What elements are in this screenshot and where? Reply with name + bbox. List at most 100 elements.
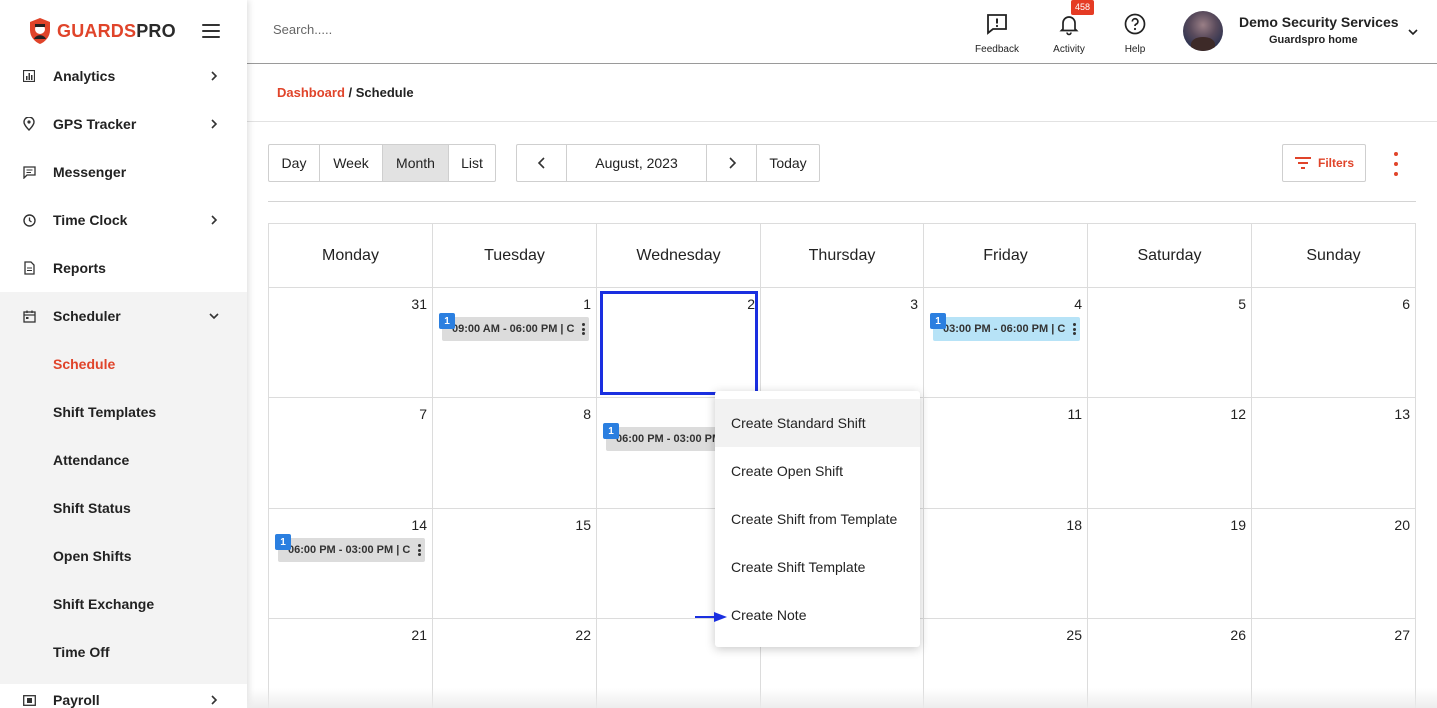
- view-week-button[interactable]: Week: [320, 145, 383, 181]
- today-button[interactable]: Today: [757, 145, 819, 181]
- calendar-day-number: 8: [583, 406, 591, 422]
- sidebar-item-messenger[interactable]: Messenger: [0, 148, 247, 196]
- shift-event-label: 06:00 PM - 03:00 PM: [616, 433, 722, 445]
- sidebar-item-label: Time Clock: [53, 212, 128, 228]
- hamburger-menu-icon[interactable]: [202, 24, 220, 38]
- calendar-day-cell[interactable]: 13: [1252, 398, 1416, 509]
- calendar-day-number: 15: [575, 517, 591, 533]
- view-day-button[interactable]: Day: [269, 145, 320, 181]
- calendar-day-number: 5: [1238, 296, 1246, 312]
- create-open-shift-menu-item[interactable]: Create Open Shift: [715, 447, 920, 495]
- scheduler-submenu: Schedule Shift Templates Attendance Shif…: [0, 292, 247, 684]
- filters-label: Filters: [1317, 156, 1354, 170]
- weekday-header: Tuesday: [433, 224, 597, 288]
- shift-count-badge: 1: [603, 423, 619, 439]
- next-period-button[interactable]: [707, 145, 757, 181]
- logo-text-part1: GUARDS: [57, 20, 137, 41]
- sidebar-subitem-shift-templates[interactable]: Shift Templates: [0, 388, 247, 436]
- calendar-day-cell[interactable]: 7: [269, 398, 433, 509]
- calendar-day-cell[interactable]: 8: [433, 398, 597, 509]
- calendar-day-cell[interactable]: 3: [761, 288, 924, 398]
- sidebar-item-analytics[interactable]: Analytics: [0, 52, 247, 100]
- calendar-day-cell[interactable]: 12: [1088, 398, 1252, 509]
- calendar-day-cell[interactable]: 15: [433, 509, 597, 619]
- sidebar-subitem-attendance[interactable]: Attendance: [0, 436, 247, 484]
- calendar-day-cell[interactable]: 20: [1252, 509, 1416, 619]
- event-more-icon[interactable]: [582, 323, 585, 335]
- current-period-label[interactable]: August, 2023: [567, 145, 707, 181]
- create-shift-from-template-menu-item[interactable]: Create Shift from Template: [715, 495, 920, 543]
- more-options-icon[interactable]: [1391, 152, 1401, 176]
- bar-chart-icon: [22, 69, 36, 83]
- calendar-day-number: 12: [1230, 406, 1246, 422]
- calendar-day-cell[interactable]: 18: [924, 509, 1088, 619]
- help-icon: [1124, 13, 1146, 35]
- prev-period-button[interactable]: [517, 145, 567, 181]
- calendar-day-cell[interactable]: 2: [597, 288, 761, 398]
- create-standard-shift-menu-item[interactable]: Create Standard Shift: [715, 399, 920, 447]
- sidebar-subitem-time-off[interactable]: Time Off: [0, 628, 247, 676]
- shift-event[interactable]: 03:00 PM - 06:00 PM | C: [933, 317, 1080, 341]
- view-month-button[interactable]: Month: [383, 145, 449, 181]
- chevron-right-icon: [728, 157, 736, 169]
- calendar-day-number: 7: [419, 406, 427, 422]
- search-input[interactable]: [273, 22, 573, 37]
- shift-event[interactable]: 09:00 AM - 06:00 PM | C: [442, 317, 589, 341]
- shift-count-badge: 1: [275, 534, 291, 550]
- feedback-icon: [987, 14, 1007, 35]
- calendar-day-number: 21: [411, 627, 427, 643]
- sidebar-item-reports[interactable]: Reports: [0, 244, 247, 292]
- sidebar-subitem-label: Time Off: [53, 644, 110, 660]
- weekday-header: Friday: [924, 224, 1088, 288]
- shift-event-label: 09:00 AM - 06:00 PM | C: [452, 323, 575, 335]
- sidebar-item-gps-tracker[interactable]: GPS Tracker: [0, 100, 247, 148]
- top-bar: Feedback 458 Activity Help Demo Security…: [247, 0, 1437, 64]
- avatar[interactable]: [1183, 11, 1223, 51]
- sidebar-subitem-open-shifts[interactable]: Open Shifts: [0, 532, 247, 580]
- weekday-header: Sunday: [1252, 224, 1416, 288]
- help-button[interactable]: Help: [1105, 12, 1165, 55]
- calendar-day-cell[interactable]: 1 09:00 AM - 06:00 PM | C1: [433, 288, 597, 398]
- view-list-button[interactable]: List: [449, 145, 495, 181]
- sidebar-subitem-shift-exchange[interactable]: Shift Exchange: [0, 580, 247, 628]
- chevron-left-icon: [537, 157, 545, 169]
- calendar-day-number: 2: [747, 296, 755, 312]
- create-note-menu-item[interactable]: Create Note: [715, 591, 920, 639]
- sidebar-subitem-shift-status[interactable]: Shift Status: [0, 484, 247, 532]
- account-name[interactable]: Demo Security Services: [1239, 14, 1399, 30]
- event-more-icon[interactable]: [1073, 323, 1076, 335]
- event-more-icon[interactable]: [418, 544, 421, 556]
- sidebar-subitem-schedule[interactable]: Schedule: [0, 340, 247, 388]
- payroll-icon: [22, 693, 36, 707]
- calendar-day-cell[interactable]: 19: [1088, 509, 1252, 619]
- calendar-day-cell[interactable]: 14 06:00 PM - 03:00 PM | C1: [269, 509, 433, 619]
- sidebar-item-time-clock[interactable]: Time Clock: [0, 196, 247, 244]
- divider: [268, 201, 1416, 202]
- calendar-day-cell[interactable]: 11: [924, 398, 1088, 509]
- calendar-day-number: 20: [1394, 517, 1410, 533]
- sidebar-item-payroll[interactable]: Payroll: [0, 676, 247, 708]
- sidebar-item-label: Scheduler: [53, 308, 121, 324]
- calendar-day-cell[interactable]: 5: [1088, 288, 1252, 398]
- calendar-day-number: 14: [411, 517, 427, 533]
- calendar-day-cell[interactable]: 4 03:00 PM - 06:00 PM | C1: [924, 288, 1088, 398]
- calendar-day-number: 1: [583, 296, 591, 312]
- chevron-down-icon[interactable]: [1408, 27, 1418, 37]
- activity-button[interactable]: 458 Activity: [1039, 0, 1099, 55]
- breadcrumb-current: Schedule: [355, 85, 414, 100]
- calendar-day-cell[interactable]: 31: [269, 288, 433, 398]
- logo-text-part2: PRO: [136, 20, 176, 41]
- help-label: Help: [1124, 44, 1146, 55]
- shift-event[interactable]: 06:00 PM - 03:00 PM | C: [278, 538, 425, 562]
- date-navigator: August, 2023 Today: [516, 144, 820, 182]
- calendar-day-number: 3: [910, 296, 918, 312]
- feedback-button[interactable]: Feedback: [967, 12, 1027, 55]
- create-shift-template-menu-item[interactable]: Create Shift Template: [715, 543, 920, 591]
- calendar-day-cell[interactable]: 6: [1252, 288, 1416, 398]
- sidebar-item-scheduler[interactable]: Scheduler: [0, 292, 247, 340]
- divider: [247, 121, 1437, 122]
- logo-text: GUARDSPRO: [57, 21, 176, 42]
- filters-button[interactable]: Filters: [1282, 144, 1366, 182]
- breadcrumb-dashboard-link[interactable]: Dashboard: [277, 85, 345, 100]
- sidebar-subitem-label: Schedule: [53, 356, 116, 372]
